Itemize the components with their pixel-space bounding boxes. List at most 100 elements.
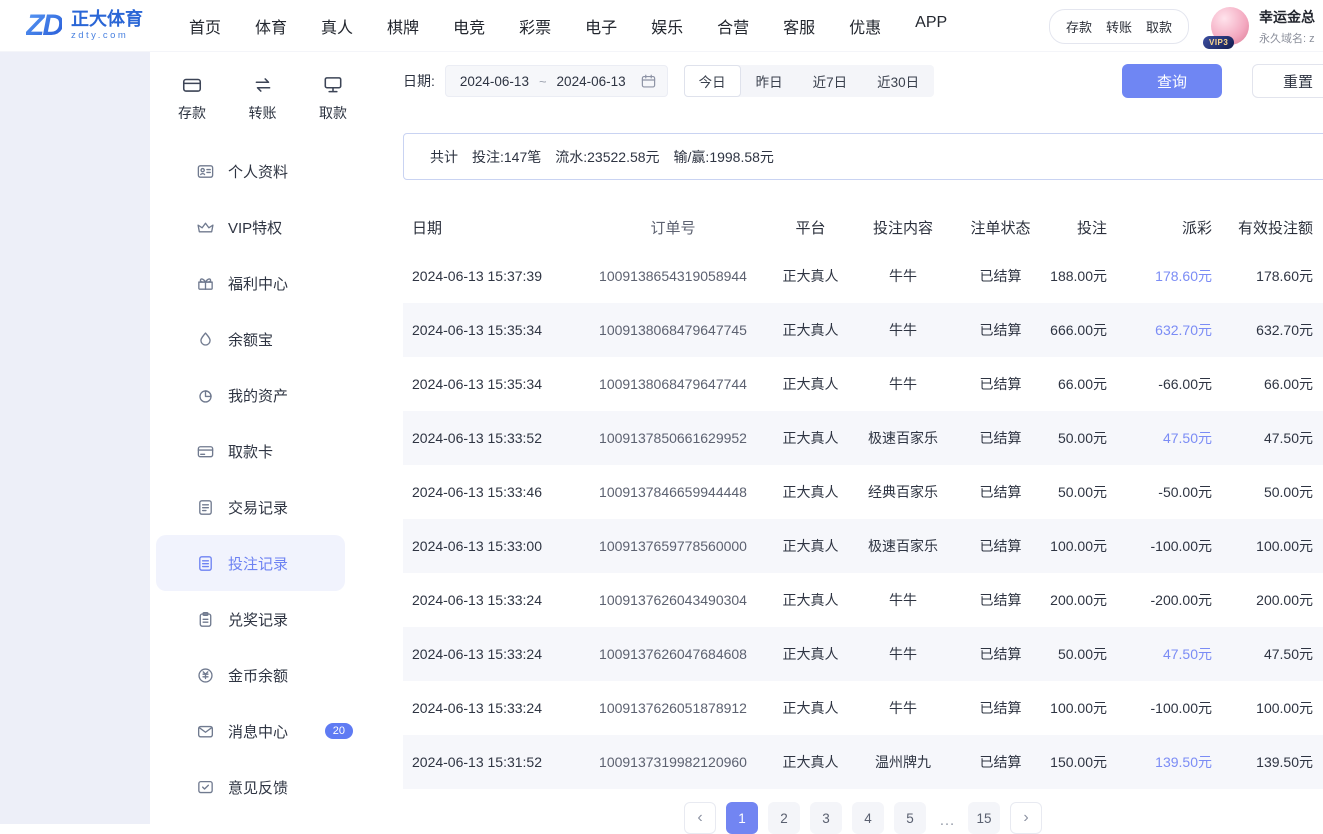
- summary-winloss: 输/赢:1998.58元: [674, 147, 774, 167]
- cell-order-number: 1009137846659944448: [578, 484, 768, 500]
- cell-valid-amount: 47.50元: [1228, 644, 1323, 664]
- date-to-value[interactable]: 2024-06-13: [557, 74, 626, 89]
- sidebar-item-assets[interactable]: 我的资产: [150, 367, 375, 423]
- sidebar-item-coins[interactable]: 金币余额: [150, 647, 375, 703]
- quick-action-withdraw[interactable]: 取款: [319, 74, 347, 123]
- reset-button[interactable]: 重置: [1252, 64, 1323, 98]
- pagination: ‹12345…15›: [403, 802, 1323, 834]
- nav-item-8[interactable]: 合营: [717, 14, 749, 38]
- table-row[interactable]: 2024-06-13 15:33:241009137626043490304正大…: [403, 573, 1323, 627]
- table-row[interactable]: 2024-06-13 15:35:341009138068479647744正大…: [403, 357, 1323, 411]
- cell-valid-amount: 100.00元: [1228, 698, 1323, 718]
- range-button-今日[interactable]: 今日: [684, 65, 741, 97]
- nav-item-11[interactable]: APP: [915, 14, 947, 38]
- range-button-昨日[interactable]: 昨日: [741, 65, 798, 97]
- nav-item-4[interactable]: 电竞: [453, 14, 485, 38]
- user-meta[interactable]: 幸运金总 永久域名: z: [1259, 7, 1323, 46]
- nav-item-9[interactable]: 客服: [783, 14, 815, 38]
- sidebar-item-label: 个人资料: [228, 161, 288, 182]
- nav-item-2[interactable]: 真人: [321, 14, 353, 38]
- nav-item-6[interactable]: 电子: [585, 14, 617, 38]
- cell-order-number: 1009138654319058944: [578, 268, 768, 284]
- sidebar-item-profile[interactable]: 个人资料: [150, 143, 375, 199]
- range-button-近7日[interactable]: 近7日: [798, 65, 863, 97]
- table-row[interactable]: 2024-06-13 15:31:521009137319982120960正大…: [403, 735, 1323, 789]
- table-row[interactable]: 2024-06-13 15:33:461009137846659944448正大…: [403, 465, 1323, 519]
- page-button-15[interactable]: 15: [968, 802, 1000, 834]
- quick-action-deposit[interactable]: 存款: [178, 74, 206, 123]
- cell-status: 已结算: [953, 590, 1048, 610]
- page-button-3[interactable]: 3: [810, 802, 842, 834]
- nav-item-7[interactable]: 娱乐: [651, 14, 683, 38]
- sidebar-item-welfare[interactable]: 福利中心: [150, 255, 375, 311]
- cell-order-number: 1009138068479647744: [578, 376, 768, 392]
- brand-text: 正大体育 zdty.com: [71, 10, 143, 41]
- sidebar-item-label: VIP特权: [228, 217, 282, 238]
- sidebar-menu: 个人资料 VIP特权福利中心余额宝我的资产取款卡交易记录投注记录兑奖记录金币余额消…: [150, 143, 375, 815]
- brand-logo-mark: ZD: [26, 9, 62, 43]
- sidebar-item-feedback[interactable]: 意见反馈: [150, 759, 375, 815]
- table-row[interactable]: 2024-06-13 15:33:241009137626051878912正大…: [403, 681, 1323, 735]
- nav-item-10[interactable]: 优惠: [849, 14, 881, 38]
- date-from-value[interactable]: 2024-06-13: [460, 74, 529, 89]
- page-button-2[interactable]: 2: [768, 802, 800, 834]
- sidebar-item-vip[interactable]: VIP特权: [150, 199, 375, 255]
- column-header-7: 有效投注额: [1228, 217, 1323, 238]
- quick-action-transfer[interactable]: 转账: [249, 74, 277, 123]
- cell-bet-amount: 150.00元: [1048, 752, 1123, 772]
- sidebar-item-bets[interactable]: 投注记录: [156, 535, 345, 591]
- cell-payout: 178.60元: [1123, 266, 1228, 286]
- nav-item-3[interactable]: 棋牌: [387, 14, 419, 38]
- table-body: 2024-06-13 15:37:391009138654319058944正大…: [403, 249, 1323, 789]
- cell-bet-content: 极速百家乐: [853, 536, 953, 556]
- cell-order-number: 1009137850661629952: [578, 430, 768, 446]
- cell-bet-content: 牛牛: [853, 644, 953, 664]
- summary-bets: 投注:147笔: [472, 147, 541, 167]
- quick-range-group: 今日昨日近7日近30日: [684, 65, 935, 97]
- sidebar-item-card[interactable]: 取款卡: [150, 423, 375, 479]
- sidebar: 存款转账取款 个人资料 VIP特权福利中心余额宝我的资产取款卡交易记录投注记录兑奖…: [150, 52, 375, 824]
- sidebar-item-redeem[interactable]: 兑奖记录: [150, 591, 375, 647]
- table-header-row: 日期订单号平台投注内容注单状态投注派彩有效投注额: [403, 205, 1323, 249]
- cell-valid-amount: 66.00元: [1228, 374, 1323, 394]
- cell-bet-content: 牛牛: [853, 320, 953, 340]
- table-row[interactable]: 2024-06-13 15:33:241009137626047684608正大…: [403, 627, 1323, 681]
- top-header: ZD 正大体育 zdty.com 首页 体育 真人 棋牌 电竞 彩票 电子 娱乐 合营 客服 优惠 A…: [0, 0, 1323, 52]
- wallet-action-0[interactable]: 存款: [1066, 17, 1092, 36]
- transfer-icon: [252, 74, 274, 96]
- sidebar-item-messages[interactable]: 消息中心20: [150, 703, 375, 759]
- wallet-action-1[interactable]: 转账: [1106, 17, 1132, 36]
- next-page-button[interactable]: ›: [1010, 802, 1042, 834]
- nav-item-1[interactable]: 体育: [255, 14, 287, 38]
- calendar-icon[interactable]: [640, 73, 657, 90]
- table-row[interactable]: 2024-06-13 15:33:001009137659778560000正大…: [403, 519, 1323, 573]
- cell-status: 已结算: [953, 644, 1048, 664]
- wallet-action-2[interactable]: 取款: [1146, 17, 1172, 36]
- cell-bet-amount: 50.00元: [1048, 644, 1123, 664]
- brand-logo[interactable]: ZD 正大体育 zdty.com: [26, 9, 143, 43]
- page-button-4[interactable]: 4: [852, 802, 884, 834]
- cell-order-number: 1009137626047684608: [578, 646, 768, 662]
- table-row[interactable]: 2024-06-13 15:35:341009138068479647745正大…: [403, 303, 1323, 357]
- page-button-5[interactable]: 5: [894, 802, 926, 834]
- nav-item-5[interactable]: 彩票: [519, 14, 551, 38]
- cell-platform: 正大真人: [768, 374, 853, 394]
- nav-item-0[interactable]: 首页: [189, 14, 221, 38]
- page-button-1[interactable]: 1: [726, 802, 758, 834]
- search-button[interactable]: 查询: [1122, 64, 1222, 98]
- cell-platform: 正大真人: [768, 320, 853, 340]
- sidebar-quick-actions: 存款转账取款: [150, 52, 375, 123]
- date-label: 日期:: [403, 71, 435, 91]
- table-row[interactable]: 2024-06-13 15:33:521009137850661629952正大…: [403, 411, 1323, 465]
- sidebar-item-label: 投注记录: [228, 553, 288, 574]
- date-range-picker[interactable]: 2024-06-13 ~ 2024-06-13: [445, 65, 668, 97]
- range-button-近30日[interactable]: 近30日: [862, 65, 934, 97]
- user-avatar[interactable]: VIP3: [1211, 7, 1249, 45]
- table-row[interactable]: 2024-06-13 15:37:391009138654319058944正大…: [403, 249, 1323, 303]
- cell-platform: 正大真人: [768, 536, 853, 556]
- sidebar-item-yuebao[interactable]: 余额宝: [150, 311, 375, 367]
- sidebar-item-transactions[interactable]: 交易记录: [150, 479, 375, 535]
- brand-name: 正大体育: [71, 10, 143, 29]
- transactions-icon: [196, 498, 215, 517]
- prev-page-button[interactable]: ‹: [684, 802, 716, 834]
